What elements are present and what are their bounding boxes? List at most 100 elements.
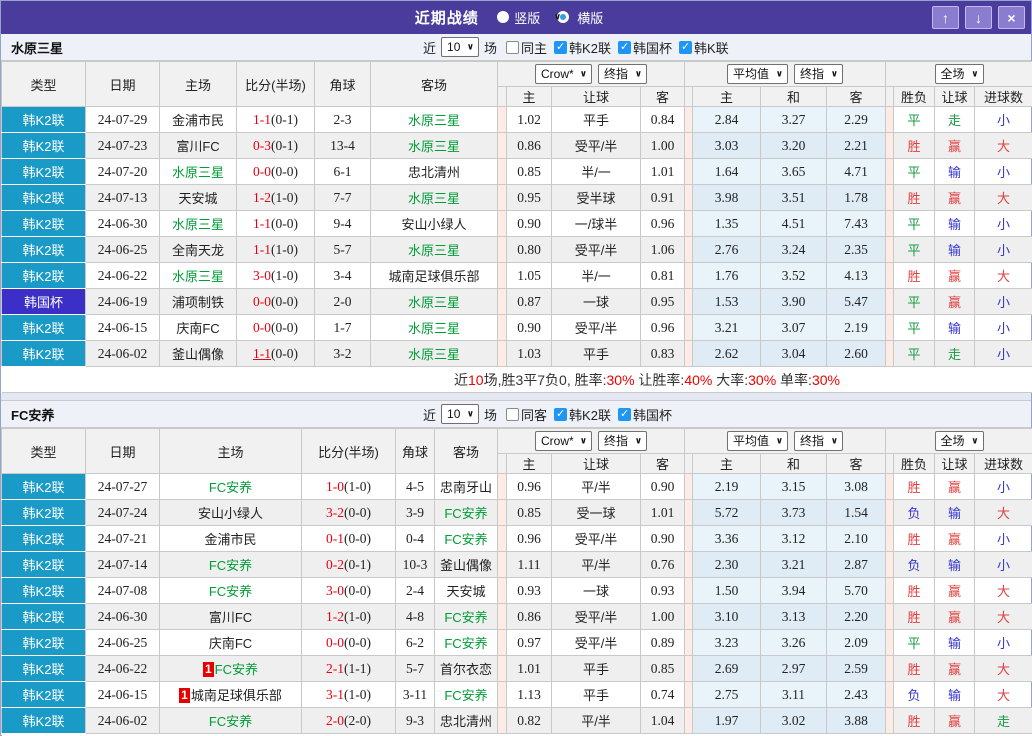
league-badge: 韩K2联 xyxy=(1,681,86,708)
cell-corners: 6-1 xyxy=(314,158,371,185)
cell-result-handicap: 赢 xyxy=(934,603,975,630)
fulltime-score: 1-1 xyxy=(253,111,271,127)
recent-count-select[interactable]: 10 xyxy=(441,37,480,57)
sub-column-header: 胜负 xyxy=(893,453,935,474)
sub-column-header: 主 xyxy=(506,453,552,474)
average-select[interactable]: 平均值 xyxy=(727,431,788,451)
bookmaker-select[interactable]: Crow* xyxy=(535,64,592,84)
cell-home-team: 富川FC xyxy=(159,132,237,159)
away-team-name: 水原三星 xyxy=(407,191,460,206)
separator-cell xyxy=(497,551,507,578)
away-team-name: FC安养 xyxy=(444,636,488,651)
cell-avg-away: 5.47 xyxy=(826,288,886,315)
cell-away-team: 安山小绿人 xyxy=(370,210,498,237)
cell-avg-draw: 3.11 xyxy=(760,681,827,708)
halftime-score: (0-0) xyxy=(271,345,298,361)
fulltime-score: 1-0 xyxy=(326,478,344,494)
separator-cell xyxy=(885,106,894,133)
cell-avg-away: 2.35 xyxy=(826,236,886,263)
league-filter-checkbox[interactable] xyxy=(554,40,568,54)
cell-avg-draw: 3.90 xyxy=(760,288,827,315)
league-badge: 韩K2联 xyxy=(1,340,86,367)
league-filter-checkbox[interactable] xyxy=(678,40,692,54)
league-filter-checkbox[interactable] xyxy=(617,40,631,54)
fulltime-score: 0-1 xyxy=(326,530,344,546)
recent-count-select[interactable]: 10 xyxy=(441,404,480,424)
odds-stage-select-2[interactable]: 终指 xyxy=(794,431,843,451)
separator-cell xyxy=(497,236,507,263)
radio-icon[interactable] xyxy=(557,11,570,23)
home-team-name: 庆南FC xyxy=(208,636,253,651)
cell-avg-home: 3.10 xyxy=(692,603,761,630)
fulltime-score: 0-0 xyxy=(326,634,344,650)
cell-handicap-home: 0.93 xyxy=(506,577,552,604)
cell-date: 24-07-29 xyxy=(85,106,160,133)
close-button[interactable]: × xyxy=(998,6,1025,29)
layout-radio-option[interactable]: 横版 xyxy=(554,8,603,27)
cell-home-team: 天安城 xyxy=(159,184,237,211)
separator-cell xyxy=(497,262,507,289)
odds-stage-select-2[interactable]: 终指 xyxy=(794,64,843,84)
cell-home-team: FC安养 xyxy=(159,473,302,500)
cell-home-team: 1 FC安养 xyxy=(159,655,302,682)
fulltime-select[interactable]: 全场 xyxy=(934,431,984,451)
odds-stage-select-1[interactable]: 终指 xyxy=(598,431,647,451)
match-row: 韩K2联 24-06-22 1 FC安养 2-1(1-1) 5-7 首尔衣恋 1.01 平手 0.… xyxy=(1,655,1032,682)
cell-corners: 10-3 xyxy=(395,551,435,578)
separator-cell xyxy=(684,106,693,133)
cell-score: 0-3(0-1) xyxy=(236,132,315,159)
radio-icon[interactable] xyxy=(497,11,510,23)
odds-stage-select-2-wrapper: 终指 xyxy=(794,431,843,451)
odds-stage-select-1[interactable]: 终指 xyxy=(598,64,647,84)
move-up-button[interactable]: ↑ xyxy=(932,6,959,29)
halftime-score: (0-1) xyxy=(271,111,298,127)
column-header: 主场 xyxy=(159,428,302,474)
cell-result-handicap: 赢 xyxy=(934,655,975,682)
cell-handicap-home: 0.86 xyxy=(506,603,552,630)
fulltime-select[interactable]: 全场 xyxy=(934,64,984,84)
league-filter-label: 韩K2联 xyxy=(569,40,611,56)
move-down-button[interactable]: ↓ xyxy=(965,6,992,29)
cell-home-team: 安山小绿人 xyxy=(159,499,302,526)
cell-avg-away: 1.78 xyxy=(826,184,886,211)
separator-cell xyxy=(885,681,894,708)
home-team-name: FC安养 xyxy=(208,584,253,599)
bookmaker-select-group: Crow* 终指 xyxy=(497,61,685,87)
cell-avg-draw: 3.04 xyxy=(760,340,827,367)
cell-result-goals: 大 xyxy=(974,577,1032,604)
cell-score: 1-1(0-1) xyxy=(236,106,315,133)
sub-column-header: 主 xyxy=(692,86,761,107)
separator-cell xyxy=(684,262,693,289)
separator-cell xyxy=(497,629,507,656)
separator-header xyxy=(885,86,894,107)
cell-date: 24-06-19 xyxy=(85,288,160,315)
cell-avg-home: 2.76 xyxy=(692,236,761,263)
cell-handicap-line: 受平/半 xyxy=(551,603,641,630)
cell-handicap-line: 半/一 xyxy=(551,262,641,289)
bookmaker-select[interactable]: Crow* xyxy=(535,431,592,451)
separator-cell xyxy=(497,184,507,211)
cell-handicap-away: 0.91 xyxy=(640,184,685,211)
halftime-score: (0-0) xyxy=(271,215,298,231)
cell-result-outcome: 平 xyxy=(893,288,935,315)
separator-cell xyxy=(885,158,894,185)
same-venue-checkbox[interactable] xyxy=(506,40,520,54)
section-header: FC安养 近10场 同客 韩K2联 韩国杯 xyxy=(1,401,1031,428)
separator-cell xyxy=(684,551,693,578)
league-filter-label: 韩国杯 xyxy=(632,407,672,423)
cell-avg-draw: 3.51 xyxy=(760,184,827,211)
cell-away-team: 天安城 xyxy=(434,577,498,604)
average-select[interactable]: 平均值 xyxy=(727,64,788,84)
layout-radio-option[interactable]: 竖版 xyxy=(497,8,540,27)
cell-result-outcome: 胜 xyxy=(893,603,935,630)
cell-home-team: 庆南FC xyxy=(159,629,302,656)
league-filter-checkbox[interactable] xyxy=(554,407,568,421)
separator-cell xyxy=(885,551,894,578)
league-filter-checkbox[interactable] xyxy=(617,407,631,421)
same-venue-checkbox[interactable] xyxy=(506,407,520,421)
separator-cell xyxy=(497,473,507,500)
cell-avg-draw: 3.73 xyxy=(760,499,827,526)
cell-home-team: 1 城南足球俱乐部 xyxy=(159,681,302,708)
separator-cell xyxy=(497,499,507,526)
cell-handicap-line: 受平/半 xyxy=(551,236,641,263)
